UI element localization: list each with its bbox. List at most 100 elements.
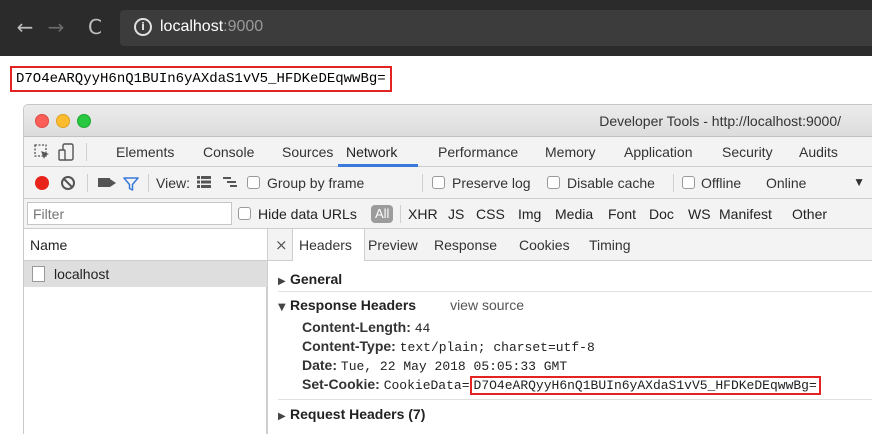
type-filter-other[interactable]: Other [792,206,827,222]
type-filter-font[interactable]: Font [608,206,636,222]
collapsed-triangle-icon: ▶ [278,411,286,422]
page-output-text: D7O4eARQyyH6nQ1BUIn6yAXdaS1vV5_HFDKeDEqw… [10,66,392,92]
type-filter-css[interactable]: CSS [476,206,505,222]
network-toolbar: View: Group by frame Preserve log Disabl… [24,167,872,199]
offline-label: Offline [701,175,742,191]
type-filter-xhr[interactable]: XHR [408,206,438,222]
tab-console[interactable]: Console [203,144,254,160]
reload-icon[interactable]: C [84,12,106,42]
list-item[interactable]: localhost [24,261,267,287]
collapsed-triangle-icon: ▶ [278,276,286,287]
request-headers-label: Request Headers (7) [290,406,426,422]
url-text[interactable]: localhost:9000 [160,18,263,36]
forward-arrow-icon[interactable]: → [45,12,67,42]
header-key: Content-Type: [302,338,396,354]
document-icon [32,266,45,282]
close-window-button[interactable] [35,114,49,128]
divider [673,174,674,192]
devtools-main-tabs: Elements Console Sources Network Perform… [24,137,872,167]
hide-data-urls-checkbox[interactable] [238,207,251,220]
header-key: Content-Length: [302,319,411,335]
type-filter-doc[interactable]: Doc [649,206,674,222]
tab-elements[interactable]: Elements [116,144,174,160]
inspect-element-icon[interactable] [34,144,50,160]
header-value: text/plain; charset=utf-8 [399,340,595,355]
divider [86,143,87,161]
chevron-down-icon[interactable]: ▼ [853,175,865,189]
maximize-window-button[interactable] [77,114,91,128]
back-arrow-icon[interactable]: ← [14,12,36,42]
browser-toolbar: ← → C i localhost:9000 [0,0,872,56]
divider [422,174,423,192]
preserve-log-checkbox[interactable] [432,176,445,189]
url-port: :9000 [223,18,264,35]
group-by-frame-label: Group by frame [267,175,365,191]
tab-security[interactable]: Security [722,144,773,160]
type-filter-manifest[interactable]: Manifest [719,206,772,222]
record-icon[interactable] [35,176,49,190]
type-filter-img[interactable]: Img [518,206,541,222]
large-rows-icon[interactable] [197,176,211,188]
offline-checkbox[interactable] [682,176,695,189]
filter-funnel-icon[interactable] [123,176,139,192]
devtools-window: Developer Tools - http://localhost:9000/… [23,104,872,434]
panel-splitter[interactable] [267,229,268,434]
request-details: × Headers Preview Response Cookies Timin… [268,229,872,434]
tab-memory[interactable]: Memory [545,144,596,160]
address-bar[interactable]: i localhost:9000 [120,10,872,46]
device-toolbar-icon[interactable] [58,143,76,161]
screenshot-capture-icon[interactable] [98,178,116,187]
tab-audits[interactable]: Audits [799,144,838,160]
request-name: localhost [54,266,110,282]
tab-preview[interactable]: Preview [368,237,418,253]
group-by-frame-checkbox[interactable] [247,176,260,189]
waterfall-overview-icon[interactable] [223,176,237,188]
type-filter-js[interactable]: JS [448,206,464,222]
tab-response[interactable]: Response [434,237,497,253]
info-icon[interactable]: i [134,18,152,36]
divider [278,291,872,292]
view-source-link[interactable]: view source [450,297,524,313]
request-headers-section-toggle[interactable]: ▶ Request Headers (7) [278,406,425,422]
name-column-label: Name [30,237,68,253]
tab-performance[interactable]: Performance [438,144,518,160]
minimize-window-button[interactable] [56,114,70,128]
type-filter-all[interactable]: All [371,205,394,223]
name-column-header[interactable]: Name [24,229,267,261]
filter-bar: Hide data URLs All XHR JS CSS Img Media … [24,199,872,229]
clear-icon[interactable] [61,176,75,190]
cookie-name: CookieData= [383,378,470,393]
type-filter-ws[interactable]: WS [688,206,711,222]
tab-headers[interactable]: Headers [299,237,352,253]
header-row: Content-Length: 44 [302,319,430,336]
tab-cookies[interactable]: Cookies [519,237,570,253]
view-label: View: [156,175,190,191]
header-key: Date: [302,357,338,373]
request-list: Name localhost [24,229,267,434]
disable-cache-checkbox[interactable] [547,176,560,189]
filter-input[interactable] [27,202,232,225]
header-value: Tue, 22 May 2018 05:05:33 GMT [340,359,568,374]
general-label: General [290,271,343,287]
cookie-value-highlight: D7O4eARQyyH6nQ1BUIn6yAXdaS1vV5_HFDKeDEqw… [469,376,821,395]
throttling-select[interactable]: Online [766,175,806,191]
expanded-triangle-icon: ▼ [278,302,286,313]
header-row: Content-Type: text/plain; charset=utf-8 [302,338,595,355]
tab-network[interactable]: Network [346,144,397,160]
tab-application[interactable]: Application [624,144,693,160]
devtools-titlebar: Developer Tools - http://localhost:9000/ [24,105,872,137]
close-icon[interactable]: × [275,236,288,254]
header-value: 44 [414,321,431,336]
tab-sources[interactable]: Sources [282,144,333,160]
header-key: Set-Cookie: [302,376,380,392]
hide-data-urls-label: Hide data URLs [258,206,357,222]
devtools-window-title: Developer Tools - http://localhost:9000/ [599,113,841,129]
set-cookie-row: Set-Cookie: CookieData= D7O4eARQyyH6nQ1BU… [302,376,821,395]
response-headers-section-toggle[interactable]: ▼ Response Headers view source [278,297,524,313]
general-section-toggle[interactable]: ▶ General [278,271,342,287]
divider [400,205,401,223]
url-host: localhost [160,18,224,35]
type-filter-media[interactable]: Media [555,206,593,222]
tab-timing[interactable]: Timing [589,237,631,253]
disable-cache-label: Disable cache [567,175,655,191]
